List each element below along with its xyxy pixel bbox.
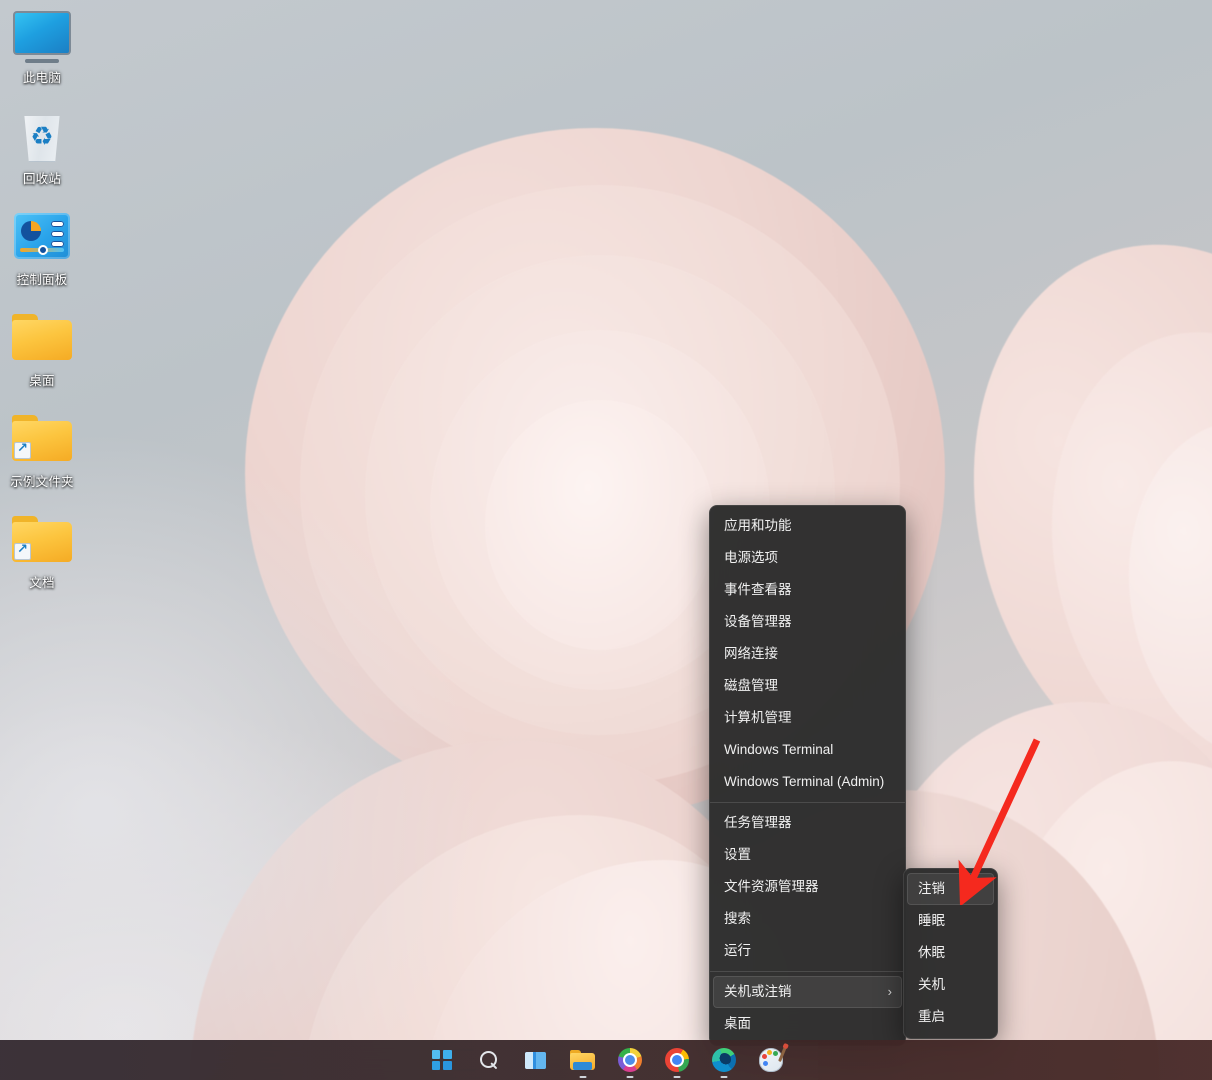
desktop-icon-this-pc[interactable]: 此电脑: [0, 11, 84, 86]
running-indicator: [579, 1075, 586, 1078]
menu-item-label: 关机或注销: [724, 984, 792, 999]
running-indicator: [720, 1075, 727, 1078]
desktop-icon-label: 桌面: [29, 374, 55, 388]
menu-item-label: 运行: [724, 943, 751, 958]
edge-icon: [711, 1048, 736, 1072]
search-icon: [479, 1050, 499, 1070]
menu-item-run[interactable]: 运行: [713, 935, 902, 967]
menu-item-apps-and-features[interactable]: 应用和功能: [713, 510, 902, 542]
desktop-icon-label: 文档: [29, 576, 55, 590]
menu-item-label: 桌面: [724, 1016, 751, 1031]
menu-item-label: 应用和功能: [724, 518, 792, 533]
menu-item-label: 任务管理器: [724, 815, 792, 830]
menu-item-disk-management[interactable]: 磁盘管理: [713, 670, 902, 702]
running-indicator: [626, 1075, 633, 1078]
menu-item-search[interactable]: 搜索: [713, 903, 902, 935]
submenu-item-restart[interactable]: 重启: [907, 1001, 994, 1033]
submenu-item-sign-out[interactable]: 注销: [907, 873, 994, 905]
desktop-icon-recycle-bin[interactable]: 回收站: [0, 112, 84, 187]
desktop-icon-label: 回收站: [22, 172, 62, 186]
win-x-context-menu: 应用和功能 电源选项 事件查看器 设备管理器 网络连接 磁盘管理 计算机管理 W…: [709, 505, 906, 1046]
taskbar: [0, 1040, 1212, 1080]
desktop-icon-control-panel[interactable]: 控制面板: [0, 213, 84, 288]
task-view-icon: [525, 1051, 546, 1069]
shortcut-arrow-icon: [14, 541, 31, 560]
folder-icon: [10, 314, 74, 370]
task-view-button[interactable]: [519, 1043, 553, 1077]
shutdown-or-signout-submenu: 注销 睡眠 休眠 关机 重启: [903, 868, 998, 1039]
submenu-item-label: 休眠: [918, 945, 945, 960]
menu-item-label: 事件查看器: [724, 582, 792, 597]
recycle-bin-icon: [10, 112, 74, 168]
desktop-icon-label: 控制面板: [16, 273, 68, 287]
chrome-icon: [664, 1048, 689, 1072]
menu-item-windows-terminal[interactable]: Windows Terminal: [713, 734, 902, 766]
menu-item-label: 文件资源管理器: [724, 879, 819, 894]
menu-item-label: 设置: [724, 847, 751, 862]
menu-item-desktop[interactable]: 桌面: [713, 1008, 902, 1040]
running-indicator: [673, 1075, 680, 1078]
control-panel-icon: [10, 213, 74, 269]
folder-icon: [570, 1050, 595, 1070]
menu-item-label: 电源选项: [724, 550, 778, 565]
menu-item-file-explorer[interactable]: 文件资源管理器: [713, 871, 902, 903]
paint-icon: [758, 1046, 787, 1072]
windows-start-icon: [431, 1050, 452, 1070]
menu-item-label: 网络连接: [724, 646, 778, 661]
menu-item-label: Windows Terminal: [724, 742, 834, 757]
file-explorer-button[interactable]: [566, 1043, 600, 1078]
menu-separator: [710, 971, 905, 972]
menu-item-network-connections[interactable]: 网络连接: [713, 638, 902, 670]
menu-item-label: 计算机管理: [724, 710, 792, 725]
submenu-item-label: 关机: [918, 977, 945, 992]
menu-item-label: 设备管理器: [724, 614, 792, 629]
wallpaper-petal: [485, 400, 715, 650]
menu-item-task-manager[interactable]: 任务管理器: [713, 807, 902, 839]
menu-item-label: 磁盘管理: [724, 678, 778, 693]
edge-button[interactable]: [707, 1043, 741, 1078]
menu-item-windows-terminal-admin[interactable]: Windows Terminal (Admin): [713, 766, 902, 798]
this-pc-icon: [10, 11, 74, 67]
chrome-canary-icon: [617, 1048, 642, 1072]
desktop-icon-sample-folder[interactable]: 示例文件夹: [0, 415, 84, 490]
menu-item-label: Windows Terminal (Admin): [724, 774, 885, 789]
chrome-button[interactable]: [660, 1043, 694, 1078]
submenu-item-sleep[interactable]: 睡眠: [907, 905, 994, 937]
menu-separator: [710, 802, 905, 803]
menu-item-shutdown-or-signout[interactable]: 关机或注销 ›: [713, 976, 902, 1008]
desktop-icon-label: 示例文件夹: [10, 475, 74, 489]
taskbar-icon-group: [425, 1043, 788, 1078]
shortcut-arrow-icon: [14, 440, 31, 459]
paint-button[interactable]: [754, 1043, 788, 1077]
menu-item-label: 搜索: [724, 911, 751, 926]
menu-item-power-options[interactable]: 电源选项: [713, 542, 902, 574]
menu-item-event-viewer[interactable]: 事件查看器: [713, 574, 902, 606]
submenu-item-hibernate[interactable]: 休眠: [907, 937, 994, 969]
folder-shortcut-icon: [10, 516, 74, 572]
submenu-item-shut-down[interactable]: 关机: [907, 969, 994, 1001]
desktop-wallpaper: [0, 0, 1212, 1080]
desktop-icon-grid: 此电脑 回收站 控制面板 桌面 示例文件夹: [0, 8, 84, 617]
start-button[interactable]: [425, 1043, 459, 1077]
chevron-right-icon: ›: [887, 984, 892, 999]
submenu-item-label: 睡眠: [918, 913, 945, 928]
submenu-item-label: 注销: [918, 881, 945, 896]
desktop-icon-desktop-folder[interactable]: 桌面: [0, 314, 84, 389]
submenu-item-label: 重启: [918, 1009, 945, 1024]
folder-shortcut-icon: [10, 415, 74, 471]
menu-item-computer-management[interactable]: 计算机管理: [713, 702, 902, 734]
desktop-icon-label: 此电脑: [22, 71, 62, 85]
desktop-icon-documents[interactable]: 文档: [0, 516, 84, 591]
menu-item-settings[interactable]: 设置: [713, 839, 902, 871]
menu-item-device-manager[interactable]: 设备管理器: [713, 606, 902, 638]
search-button[interactable]: [472, 1043, 506, 1077]
chrome-canary-button[interactable]: [613, 1043, 647, 1078]
